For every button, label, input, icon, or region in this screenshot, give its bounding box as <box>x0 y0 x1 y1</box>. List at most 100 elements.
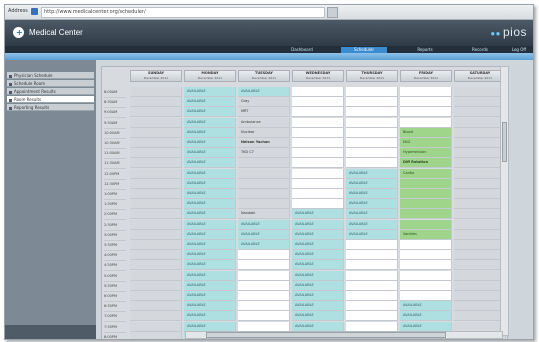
time-slot[interactable] <box>238 291 290 301</box>
available-slot[interactable]: AVAILABLE <box>346 209 398 220</box>
appointment-slot[interactable]: MRT <box>238 107 290 118</box>
sidebar-item[interactable]: Room Results <box>7 96 94 103</box>
available-slot[interactable]: AVAILABLE <box>184 158 236 169</box>
available-slot[interactable]: AVAILABLE <box>292 270 344 281</box>
available-slot[interactable]: AVAILABLE <box>238 87 290 97</box>
time-slot[interactable] <box>454 250 506 261</box>
appointment-slot[interactable]: Gray <box>238 97 290 108</box>
time-slot[interactable] <box>130 301 182 312</box>
horizontal-scrollbar[interactable] <box>185 331 503 339</box>
available-slot[interactable]: AVAILABLE <box>292 229 344 240</box>
available-slot[interactable]: AVAILABLE <box>400 301 452 312</box>
available-slot[interactable]: AVAILABLE <box>184 240 236 250</box>
time-slot[interactable] <box>346 107 398 118</box>
time-slot[interactable] <box>130 189 182 199</box>
time-slot[interactable] <box>346 127 398 138</box>
day-header[interactable]: FRIDAY December 2011 <box>400 70 452 82</box>
time-slot[interactable] <box>400 270 452 281</box>
time-slot[interactable] <box>454 199 506 210</box>
available-slot[interactable]: AVAILABLE <box>184 138 236 148</box>
appointment-slot[interactable] <box>400 209 452 220</box>
available-slot[interactable]: AVAILABLE <box>184 189 236 199</box>
available-slot[interactable]: AVAILABLE <box>184 260 236 271</box>
available-slot[interactable]: AVAILABLE <box>184 127 236 138</box>
time-slot[interactable] <box>238 168 290 179</box>
available-slot[interactable]: AVAILABLE <box>292 291 344 301</box>
time-slot[interactable] <box>454 280 506 291</box>
time-slot[interactable] <box>346 270 398 281</box>
sidebar-item[interactable]: Reporting Results <box>7 104 94 111</box>
available-slot[interactable]: AVAILABLE <box>184 168 236 179</box>
available-slot[interactable]: AVAILABLE <box>292 280 344 291</box>
time-slot[interactable] <box>238 270 290 281</box>
time-slot[interactable] <box>454 127 506 138</box>
time-slot[interactable] <box>346 138 398 148</box>
time-slot[interactable] <box>454 240 506 250</box>
available-slot[interactable]: AVAILABLE <box>346 219 398 230</box>
sidebar-item[interactable]: Physician Schedule <box>7 72 94 79</box>
appointment-slot[interactable]: Diff Rotation <box>400 158 452 169</box>
time-slot[interactable] <box>346 87 398 97</box>
available-slot[interactable]: AVAILABLE <box>292 301 344 312</box>
time-slot[interactable] <box>400 291 452 301</box>
available-slot[interactable]: AVAILABLE <box>238 240 290 250</box>
time-slot[interactable] <box>454 291 506 301</box>
time-slot[interactable] <box>454 138 506 148</box>
appointment-slot[interactable]: Hypertension <box>400 148 452 159</box>
time-slot[interactable] <box>400 240 452 250</box>
time-slot[interactable] <box>454 260 506 271</box>
time-slot[interactable] <box>346 97 398 108</box>
time-slot[interactable] <box>292 127 344 138</box>
available-slot[interactable]: AVAILABLE <box>292 311 344 322</box>
appointment-slot[interactable]: Cardio <box>400 168 452 179</box>
time-slot[interactable] <box>238 260 290 271</box>
available-slot[interactable]: AVAILABLE <box>184 107 236 118</box>
appointment-slot[interactable]: EKG <box>400 138 452 148</box>
appointment-slot[interactable]: Vanities <box>400 229 452 240</box>
day-header[interactable]: SATURDAY December 2011 <box>454 70 506 82</box>
available-slot[interactable]: AVAILABLE <box>292 219 344 230</box>
time-slot[interactable] <box>130 199 182 210</box>
available-slot[interactable]: AVAILABLE <box>184 97 236 108</box>
appointment-slot[interactable] <box>400 199 452 210</box>
appointment-slot[interactable]: Nuclear <box>238 127 290 138</box>
time-slot[interactable] <box>400 250 452 261</box>
time-slot[interactable] <box>454 117 506 128</box>
time-slot[interactable] <box>346 250 398 261</box>
go-button[interactable] <box>327 7 338 18</box>
day-header[interactable]: SUNDAY December 2011 <box>130 70 182 82</box>
time-slot[interactable] <box>130 311 182 322</box>
available-slot[interactable]: AVAILABLE <box>184 280 236 291</box>
time-slot[interactable] <box>130 240 182 250</box>
time-slot[interactable] <box>130 291 182 301</box>
time-slot[interactable] <box>130 260 182 271</box>
time-slot[interactable] <box>292 138 344 148</box>
time-slot[interactable] <box>400 260 452 271</box>
appointment-slot[interactable]: Blood <box>400 127 452 138</box>
time-slot[interactable] <box>454 311 506 322</box>
available-slot[interactable]: AVAILABLE <box>346 199 398 210</box>
time-slot[interactable] <box>130 229 182 240</box>
time-slot[interactable] <box>292 199 344 210</box>
appointment-slot[interactable] <box>400 178 452 189</box>
time-slot[interactable] <box>130 148 182 159</box>
available-slot[interactable]: AVAILABLE <box>346 229 398 240</box>
time-slot[interactable] <box>346 280 398 291</box>
time-slot[interactable] <box>454 301 506 312</box>
time-slot[interactable] <box>292 168 344 179</box>
time-slot[interactable] <box>238 250 290 261</box>
available-slot[interactable]: AVAILABLE <box>292 240 344 250</box>
time-slot[interactable] <box>454 107 506 118</box>
time-slot[interactable] <box>130 270 182 281</box>
time-slot[interactable] <box>292 117 344 128</box>
sidebar-item[interactable]: Schedule Room <box>7 80 94 87</box>
time-slot[interactable] <box>130 127 182 138</box>
available-slot[interactable]: AVAILABLE <box>184 148 236 159</box>
available-slot[interactable]: AVAILABLE <box>184 209 236 220</box>
available-slot[interactable]: AVAILABLE <box>184 87 236 97</box>
day-header[interactable]: TUESDAY December 2011 <box>238 70 290 82</box>
appointment-slot[interactable]: Nelson Yachan <box>238 138 290 148</box>
time-slot[interactable] <box>454 158 506 169</box>
time-slot[interactable] <box>130 178 182 189</box>
time-slot[interactable] <box>454 97 506 108</box>
